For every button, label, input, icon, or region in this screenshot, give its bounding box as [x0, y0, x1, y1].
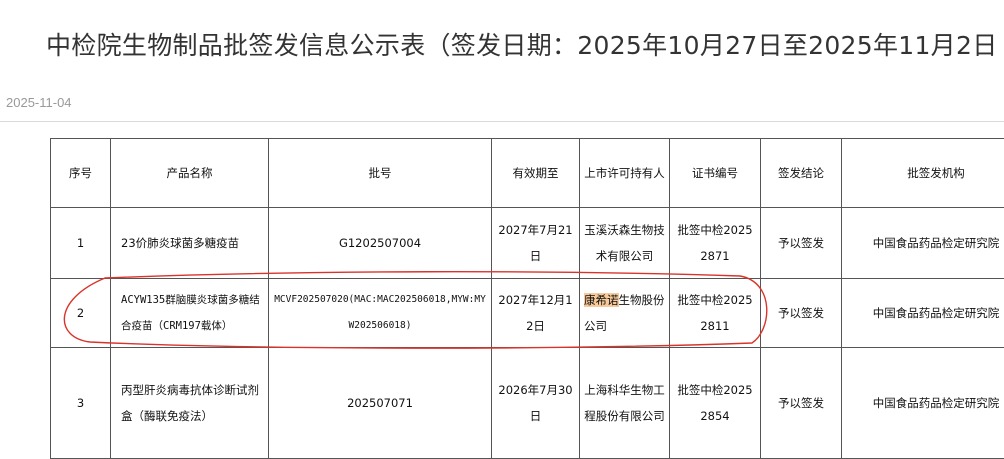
cell-holder: 玉溪沃森生物技术有限公司 — [580, 208, 670, 279]
cell-batch: MCVF202507020(MAC:MAC202506018,MYW:MYW20… — [269, 279, 492, 348]
header-cell: 序号 — [51, 139, 111, 208]
cell-batch: 202507071 — [269, 348, 492, 459]
cell-no: 3 — [51, 348, 111, 459]
table-row: 1 23价肺炎球菌多糖疫苗 G1202507004 2027年7月21日 玉溪沃… — [51, 208, 1004, 279]
divider — [0, 121, 1004, 122]
cell-result: 予以签发 — [761, 208, 842, 279]
header-cell: 上市许可持有人 — [580, 139, 670, 208]
cell-holder: 上海科华生物工程股份有限公司 — [580, 348, 670, 459]
header-cell: 产品名称 — [111, 139, 269, 208]
cell-product: 丙型肝炎病毒抗体诊断试剂盒（酶联免疫法） — [111, 348, 269, 459]
cell-no: 1 — [51, 208, 111, 279]
table-row: 3 丙型肝炎病毒抗体诊断试剂盒（酶联免疫法） 202507071 2026年7月… — [51, 348, 1004, 459]
header-cell: 证书编号 — [670, 139, 761, 208]
cell-holder: 康希诺生物股份公司 — [580, 279, 670, 348]
header-cell: 有效期至 — [492, 139, 580, 208]
cell-cert: 批签中检20252854 — [670, 348, 761, 459]
cell-result: 予以签发 — [761, 279, 842, 348]
table-header-row: 序号 产品名称 批号 有效期至 上市许可持有人 证书编号 签发结论 批签发机构 — [51, 139, 1004, 208]
highlighted-text: 康希诺 — [584, 293, 619, 307]
cell-result: 予以签发 — [761, 348, 842, 459]
header-cell: 签发结论 — [761, 139, 842, 208]
header-cell: 批签发机构 — [842, 139, 1004, 208]
cell-cert: 批签中检20252871 — [670, 208, 761, 279]
page-title: 中检院生物制品批签发信息公示表（签发日期：2025年10月27日至2025年11… — [46, 26, 998, 62]
batch-release-table: 序号 产品名称 批号 有效期至 上市许可持有人 证书编号 签发结论 批签发机构 … — [50, 138, 1004, 459]
cell-expiry: 2026年7月30日 — [492, 348, 580, 459]
cell-no: 2 — [51, 279, 111, 348]
header-cell: 批号 — [269, 139, 492, 208]
cell-agency: 中国食品药品检定研究院 — [842, 279, 1004, 348]
table-row: 2 ACYW135群脑膜炎球菌多糖结合疫苗（CRM197载体） MCVF2025… — [51, 279, 1004, 348]
cell-agency: 中国食品药品检定研究院 — [842, 348, 1004, 459]
cell-agency: 中国食品药品检定研究院 — [842, 208, 1004, 279]
cell-expiry: 2027年12月12日 — [492, 279, 580, 348]
publish-date: 2025-11-04 — [6, 95, 72, 110]
cell-expiry: 2027年7月21日 — [492, 208, 580, 279]
cell-batch: G1202507004 — [269, 208, 492, 279]
cell-product: ACYW135群脑膜炎球菌多糖结合疫苗（CRM197载体） — [111, 279, 269, 348]
cell-cert: 批签中检20252811 — [670, 279, 761, 348]
cell-product: 23价肺炎球菌多糖疫苗 — [111, 208, 269, 279]
